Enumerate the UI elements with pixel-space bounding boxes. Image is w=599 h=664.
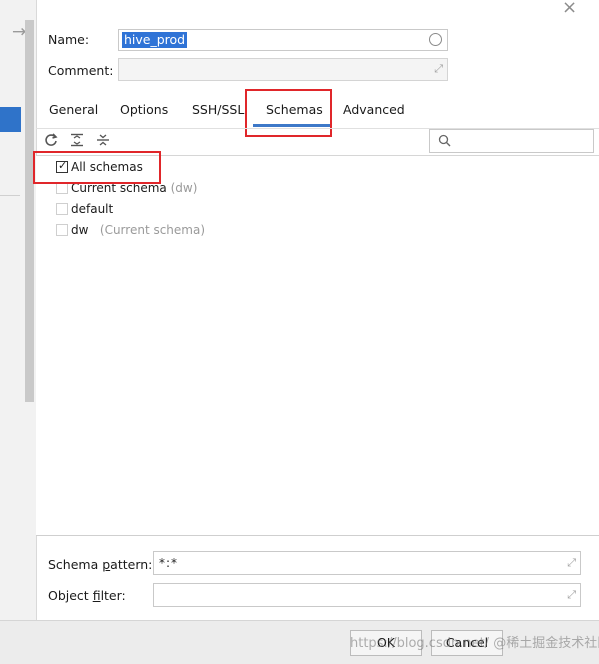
color-circle-icon[interactable] <box>429 33 442 46</box>
schema-label: dw <box>71 223 89 237</box>
schema-pattern-field[interactable]: *:* ⤢ <box>153 551 581 575</box>
refresh-icon[interactable] <box>44 133 58 147</box>
search-input[interactable] <box>429 129 594 153</box>
name-label: Name: <box>48 32 90 47</box>
default-checkbox[interactable] <box>56 203 68 215</box>
expand-all-icon[interactable] <box>70 133 84 147</box>
tab-general[interactable]: General <box>49 102 98 117</box>
expand-icon[interactable]: ⤢ <box>434 63 443 74</box>
search-icon <box>438 134 451 150</box>
list-bottom-border <box>36 535 599 536</box>
object-filter-field[interactable]: ⤢ <box>153 583 581 607</box>
tab-options[interactable]: Options <box>120 102 168 117</box>
expand-icon[interactable]: ⤢ <box>567 589 576 600</box>
object-filter-label: Object filter: <box>48 588 126 603</box>
tab-advanced[interactable]: Advanced <box>343 102 405 117</box>
schema-pattern-label: Schema pattern: <box>48 557 153 572</box>
left-scrollbar[interactable] <box>25 20 34 402</box>
name-field[interactable]: hive_prod <box>118 29 448 51</box>
left-divider <box>0 195 20 196</box>
expand-icon[interactable]: ⤢ <box>567 557 576 568</box>
schemas-tab-highlight-box <box>245 89 332 137</box>
all-schemas-highlight-box <box>33 151 161 184</box>
tab-ssh-ssl[interactable]: SSH/SSL <box>192 102 244 117</box>
comment-field[interactable]: ⤢ <box>118 58 448 81</box>
schema-list[interactable] <box>36 156 599 535</box>
schema-pattern-value: *:* <box>159 556 179 570</box>
watermark: https://blog.csdn.net/ @稀土掘金技术社区 <box>350 636 599 651</box>
close-icon[interactable]: × <box>562 0 577 18</box>
dw-checkbox[interactable] <box>56 224 68 236</box>
schema-label: default <box>71 202 114 216</box>
left-selected-item[interactable] <box>0 107 21 132</box>
schema-hint: (dw) <box>170 181 198 195</box>
schema-hint: (Current schema) <box>99 223 206 237</box>
collapse-all-icon[interactable] <box>96 133 110 147</box>
name-value: hive_prod <box>122 32 188 48</box>
comment-label: Comment: <box>48 63 114 78</box>
